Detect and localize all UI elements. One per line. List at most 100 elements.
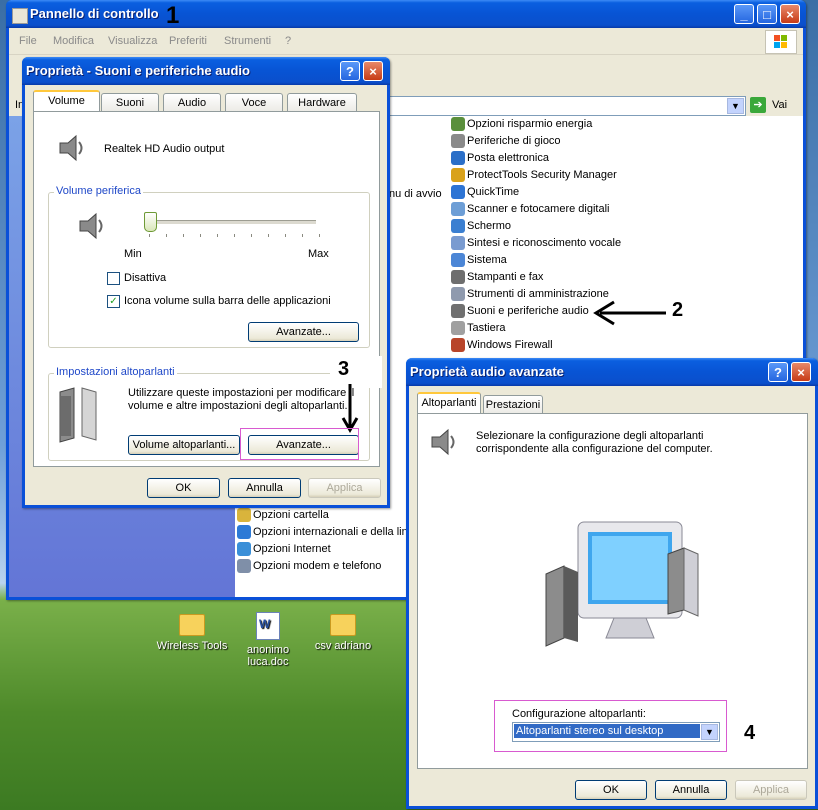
- volume-slider-track[interactable]: [144, 220, 316, 225]
- folder-icon: [330, 614, 356, 636]
- mute-label: Disattiva: [124, 272, 167, 284]
- desktop-icon-csv-adriano[interactable]: csv adriano: [310, 614, 376, 652]
- desktop-icon-label: anonimo luca.doc: [246, 644, 290, 668]
- cp-item[interactable]: Windows Firewall: [451, 338, 553, 354]
- help-button[interactable]: ?: [340, 61, 360, 81]
- cp-item-label: ProtectTools Security Manager: [467, 168, 617, 181]
- speakers-icon: [58, 384, 102, 447]
- advanced-volume-button[interactable]: Avanzate...: [248, 322, 359, 342]
- desktop-icon-anonimo-luca[interactable]: W anonimo luca.doc: [236, 612, 300, 668]
- ok-button[interactable]: OK: [575, 780, 647, 800]
- speakers-tab-panel: Selezionare la configurazione degli alto…: [417, 413, 808, 769]
- cp-item-icon: [451, 338, 465, 352]
- tab-hardware[interactable]: Hardware: [287, 93, 357, 111]
- tab-volume[interactable]: Volume: [33, 90, 100, 111]
- control-panel-titlebar[interactable]: Pannello di controllo _ □ ×: [6, 0, 806, 28]
- menu-preferiti[interactable]: Preferiti: [169, 35, 207, 47]
- menu-visualizza[interactable]: Visualizza: [108, 35, 157, 47]
- minimize-button[interactable]: _: [734, 4, 754, 24]
- cancel-button[interactable]: Annulla: [655, 780, 727, 800]
- volume-tab-panel: Realtek HD Audio output Volume periferic…: [33, 111, 380, 467]
- cp-item-label: Opzioni internazionali e della ling: [253, 525, 414, 538]
- cp-item[interactable]: Schermo: [451, 219, 511, 235]
- advanced-dialog-titlebar[interactable]: Proprietà audio avanzate ? ×: [406, 358, 818, 386]
- cp-item-icon: [237, 525, 251, 539]
- cp-item[interactable]: Strumenti di amministrazione: [451, 287, 609, 303]
- annotation-1: 1: [166, 2, 180, 29]
- mute-checkbox[interactable]: [107, 272, 120, 285]
- address-field[interactable]: ▼: [389, 96, 746, 116]
- slider-tick: [149, 234, 150, 237]
- go-arrow-icon: ➔: [750, 97, 766, 113]
- cp-item[interactable]: Suoni e periferiche audio: [451, 304, 589, 320]
- cp-item[interactable]: Periferiche di gioco: [451, 134, 561, 150]
- partial-item-label: nu di avvio: [389, 188, 442, 200]
- annotation-4-marker: 4: [736, 719, 800, 747]
- slider-tick: [217, 234, 218, 237]
- tab-voce[interactable]: Voce: [225, 93, 283, 111]
- close-button[interactable]: ×: [780, 4, 800, 24]
- cp-item[interactable]: Scanner e fotocamere digitali: [451, 202, 609, 218]
- cp-item[interactable]: Posta elettronica: [451, 151, 549, 167]
- ok-button[interactable]: OK: [147, 478, 220, 498]
- cp-item[interactable]: Opzioni modem e telefono: [237, 559, 381, 575]
- help-button[interactable]: ?: [768, 362, 788, 382]
- cp-item[interactable]: Opzioni Internet: [237, 542, 331, 558]
- menu-bar: File Modifica Visualizza Preferiti Strum…: [9, 28, 803, 55]
- desktop-icon-label: csv adriano: [314, 640, 372, 652]
- cp-item-label: Posta elettronica: [467, 151, 549, 164]
- cp-item[interactable]: Tastiera: [451, 321, 506, 337]
- folder-icon: [179, 614, 205, 636]
- control-panel-title: Pannello di controllo: [30, 6, 159, 21]
- config-select-value: Altoparlanti stereo sul desktop: [514, 724, 700, 738]
- cancel-button[interactable]: Annulla: [228, 478, 301, 498]
- cp-item-icon: [451, 287, 465, 301]
- menu-strumenti[interactable]: Strumenti: [224, 35, 271, 47]
- cp-item[interactable]: ProtectTools Security Manager: [451, 168, 617, 184]
- annotation-2-marker: 2: [590, 298, 700, 331]
- close-button[interactable]: ×: [363, 61, 383, 81]
- cp-item[interactable]: Sintesi e riconoscimento vocale: [451, 236, 621, 252]
- menu-modifica[interactable]: Modifica: [53, 35, 94, 47]
- speaker-volume-button[interactable]: Volume altoparlanti...: [128, 435, 240, 455]
- apply-button[interactable]: Applica: [735, 780, 807, 800]
- close-button[interactable]: ×: [791, 362, 811, 382]
- menu-help[interactable]: ?: [285, 35, 291, 47]
- slider-tick: [285, 234, 286, 237]
- cp-item[interactable]: Opzioni internazionali e della ling: [237, 525, 414, 541]
- menu-file[interactable]: File: [19, 35, 37, 47]
- desktop-icon-wireless-tools[interactable]: Wireless Tools: [156, 614, 228, 652]
- cp-item-icon: [451, 117, 465, 131]
- cp-item-label: Tastiera: [467, 321, 506, 334]
- sound-dialog-title: Proprietà - Suoni e periferiche audio: [26, 63, 250, 78]
- cp-item[interactable]: Sistema: [451, 253, 507, 269]
- cp-item-icon: [451, 185, 465, 199]
- taskbar-icon-checkbox[interactable]: ✓: [107, 295, 120, 308]
- cp-item[interactable]: QuickTime: [451, 185, 519, 201]
- config-select[interactable]: Altoparlanti stereo sul desktop ▼: [512, 722, 720, 742]
- cp-item-label: Scanner e fotocamere digitali: [467, 202, 610, 215]
- volume-slider-thumb[interactable]: [144, 212, 157, 232]
- volume-max-label: Max: [308, 248, 329, 260]
- sound-dialog-titlebar[interactable]: Proprietà - Suoni e periferiche audio ? …: [22, 57, 390, 85]
- cp-item-icon: [451, 134, 465, 148]
- apply-button[interactable]: Applica: [308, 478, 381, 498]
- tab-altoparlanti[interactable]: Altoparlanti: [417, 392, 481, 413]
- tab-audio[interactable]: Audio: [163, 93, 221, 111]
- go-button[interactable]: ➔ Vai: [750, 96, 800, 114]
- chevron-down-icon[interactable]: ▼: [727, 98, 744, 114]
- cp-item-label: Schermo: [467, 219, 512, 232]
- chevron-down-icon[interactable]: ▼: [701, 724, 718, 740]
- desktop-icon-label: Wireless Tools: [156, 640, 228, 652]
- slider-tick: [251, 234, 252, 237]
- cp-item[interactable]: Opzioni risparmio energia: [451, 117, 592, 133]
- cp-item-label: Opzioni modem e telefono: [253, 559, 382, 572]
- config-desc-line1: Selezionare la configurazione degli alto…: [476, 430, 704, 442]
- cp-item-label: Opzioni Internet: [253, 542, 331, 555]
- maximize-button[interactable]: □: [757, 4, 777, 24]
- cp-item[interactable]: Opzioni cartella: [237, 508, 329, 524]
- tab-suoni[interactable]: Suoni: [101, 93, 159, 111]
- tab-prestazioni[interactable]: Prestazioni: [483, 395, 543, 413]
- cp-item[interactable]: Stampanti e fax: [451, 270, 543, 286]
- cp-item-label: Windows Firewall: [467, 338, 553, 351]
